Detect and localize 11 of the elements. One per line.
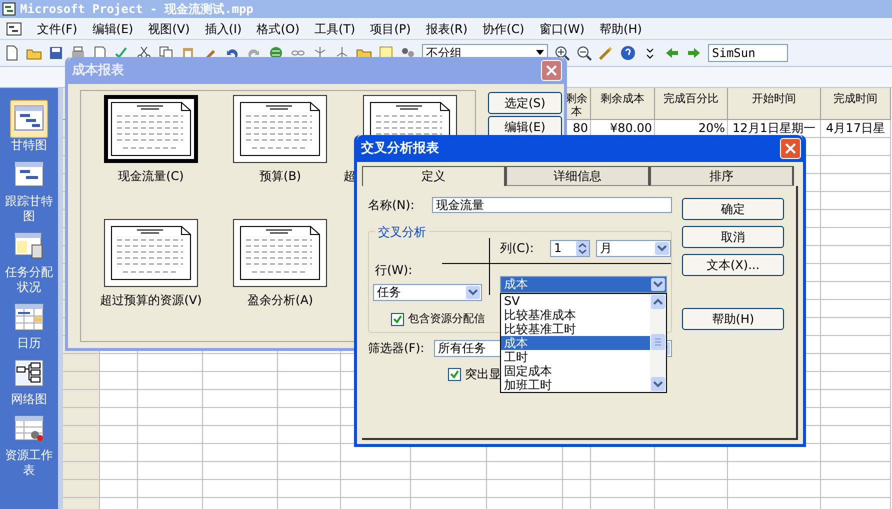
field-label: 行(W): <box>374 262 414 279</box>
field-label: 列(C): <box>500 240 535 257</box>
table-cell: 4月17日星 <box>821 120 891 138</box>
checkbox-label: 包含资源分配信 <box>408 311 485 327</box>
checkbox-label: 突出显 <box>465 366 501 383</box>
window-title: Microsoft Project - 现金流测试.mpp <box>20 1 254 18</box>
dialog-title: 成本报表 <box>72 62 124 80</box>
field-label: 名称(N): <box>368 197 416 214</box>
field-label: 筛选器(F): <box>368 340 426 357</box>
dialog-title: 交叉分析报表 <box>361 140 439 158</box>
group-title: 交叉分析 <box>375 223 429 241</box>
